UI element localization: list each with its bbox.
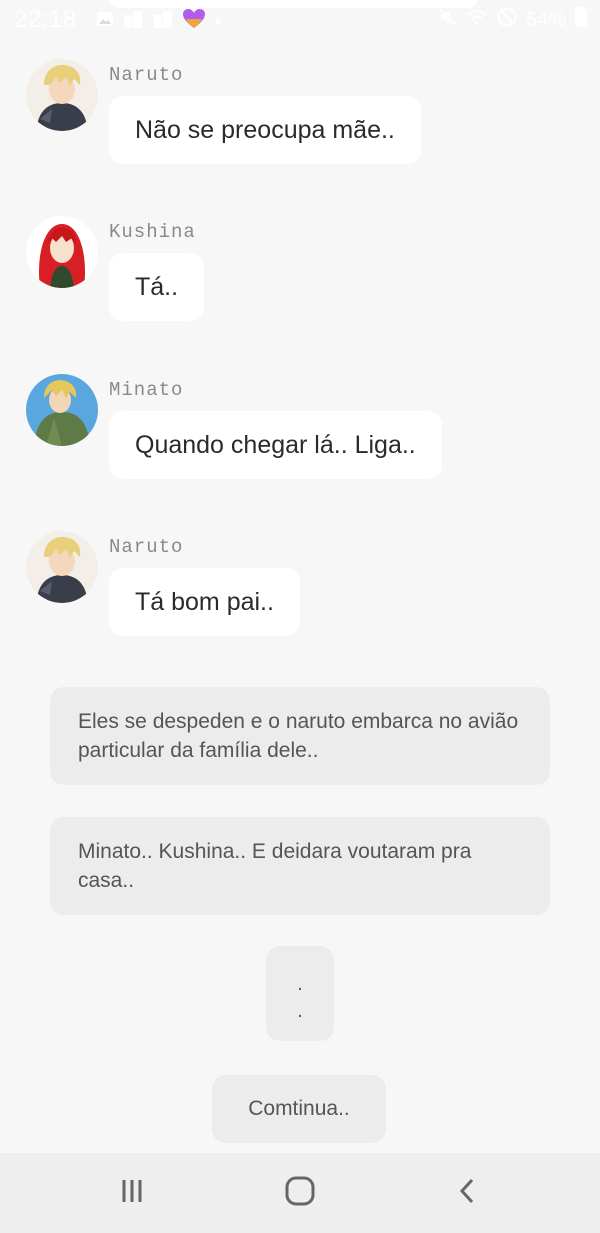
- sender-name: Naruto: [109, 536, 184, 558]
- app-icon: [152, 9, 174, 34]
- home-icon: [284, 1175, 316, 1212]
- message-bubble[interactable]: Quando chegar lá.. Liga..: [109, 411, 442, 479]
- sender-name: Naruto: [109, 64, 184, 86]
- battery-percent: 54%: [525, 8, 566, 31]
- status-time: 22:18: [14, 6, 77, 33]
- minato-avatar[interactable]: [26, 374, 98, 446]
- kushina-avatar[interactable]: [26, 216, 98, 288]
- navigation-bar: [0, 1153, 600, 1233]
- back-icon: [453, 1176, 483, 1211]
- continue-box[interactable]: Comtinua..: [212, 1075, 386, 1143]
- app-icon: [122, 9, 144, 34]
- message-bubble[interactable]: Tá bom pai..: [109, 568, 300, 636]
- home-button[interactable]: [278, 1173, 322, 1213]
- sender-name: Minato: [109, 379, 184, 401]
- blocked-icon: [496, 6, 518, 34]
- wifi-icon: [466, 7, 488, 33]
- dot-icon: [214, 13, 222, 31]
- naruto-avatar[interactable]: [26, 531, 98, 603]
- mute-icon: [438, 7, 458, 33]
- back-button[interactable]: [446, 1173, 490, 1213]
- message-bubble[interactable]: Não se preocupa mãe..: [109, 96, 421, 164]
- dot-text: .: [297, 973, 303, 995]
- dot-text: .: [297, 1000, 303, 1022]
- status-icons-right: 54%: [438, 6, 588, 34]
- amino-heart-icon: [182, 8, 206, 35]
- recent-apps-icon: [117, 1176, 147, 1211]
- sender-name: Kushina: [109, 221, 196, 243]
- narration-box[interactable]: Minato.. Kushina.. E deidara voutaram pr…: [50, 817, 550, 915]
- battery-icon: [574, 6, 588, 34]
- dots-box[interactable]: . .: [266, 946, 334, 1041]
- notification-pill: [108, 0, 478, 8]
- message-bubble[interactable]: Tá..: [109, 253, 205, 321]
- image-icon: [96, 10, 114, 33]
- status-icons-left: [96, 8, 222, 35]
- status-bar: 22:18 54%: [0, 0, 600, 40]
- recent-apps-button[interactable]: [110, 1173, 154, 1213]
- narration-box[interactable]: Eles se despeden e o naruto embarca no a…: [50, 687, 550, 785]
- naruto-avatar[interactable]: [26, 59, 98, 131]
